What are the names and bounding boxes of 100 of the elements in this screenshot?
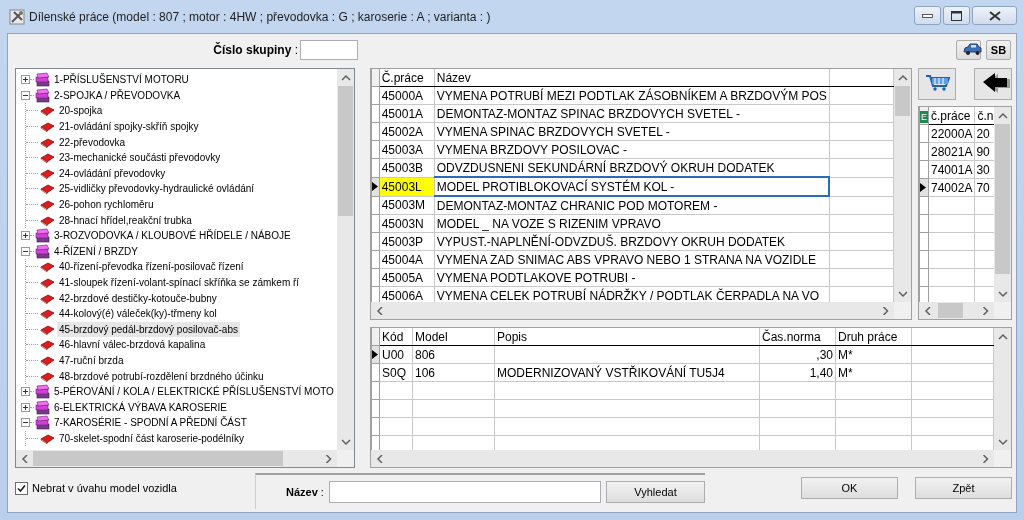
tree-item[interactable]: 23-mechanické součásti převodovky — [57, 150, 223, 166]
scroll-left-icon[interactable] — [19, 454, 30, 463]
tree-item[interactable]: 70-skelet-spodní část karoserie-podélníky — [57, 430, 247, 446]
back-button[interactable] — [974, 68, 1012, 100]
vertical-scrollbar[interactable] — [337, 69, 354, 450]
collapse-toggle[interactable] — [21, 90, 30, 100]
tree-item[interactable]: 4-ŘÍZENÍ / BRZDY — [52, 243, 140, 259]
books-icon — [34, 415, 50, 431]
table-cell: ODVZDUSNENI SEKUNDÁRNÍ BRZDOVÝ OKRUH DODATEK — [434, 158, 830, 177]
vertical-scrollbar[interactable] — [994, 328, 1011, 450]
table-cell: 28021A — [928, 142, 975, 161]
search-button[interactable]: Vyhledat — [606, 481, 705, 503]
row-indicator[interactable] — [919, 178, 929, 197]
tree-item[interactable]: 25-vidličky převodovky-hydraulické ovládání — [57, 181, 257, 197]
vertical-scrollbar[interactable] — [994, 107, 1011, 302]
scroll-down-icon[interactable] — [997, 289, 1008, 298]
scroll-thumb[interactable] — [938, 303, 963, 318]
tree-item[interactable]: 46-hlavní válec-brzdová kapalina — [57, 337, 208, 353]
expand-toggle[interactable] — [21, 387, 30, 397]
column-header[interactable]: Model — [412, 328, 495, 346]
tree-item[interactable]: 28-hnací hřídel,reakční trubka — [57, 212, 194, 228]
cart-button[interactable] — [918, 68, 956, 100]
book-icon — [40, 354, 55, 367]
left-arrow-icon — [981, 71, 1010, 94]
dialog-button[interactable]: OK — [801, 477, 898, 499]
scroll-down-icon[interactable] — [340, 437, 351, 446]
column-header[interactable]: Druh práce — [835, 328, 912, 346]
column-header[interactable]: Název — [434, 69, 830, 87]
scroll-down-icon[interactable] — [997, 437, 1008, 446]
table-cell: 806 — [412, 345, 495, 364]
car-button[interactable] — [956, 40, 981, 60]
scroll-left-icon[interactable] — [374, 454, 385, 463]
collapse-toggle[interactable] — [21, 418, 30, 428]
expand-toggle[interactable] — [21, 402, 30, 412]
tree-item[interactable]: 7-KAROSÉRIE - SPODNÍ A PŘEDNÍ ČÁST — [52, 415, 249, 431]
scroll-up-icon[interactable] — [997, 332, 1008, 341]
scroll-thumb[interactable] — [33, 451, 283, 466]
table-cell: VYMENA ZAD SNIMAC ABS VPRAVO NEBO 1 STRANA NA VOZIDLE — [434, 250, 830, 269]
tree-item[interactable]: 40-řízení-převodka řízení-posilovač řízení — [57, 259, 246, 275]
scroll-up-icon[interactable] — [897, 73, 908, 82]
maximize-icon — [951, 10, 962, 21]
column-header[interactable]: Č.práce — [379, 69, 435, 87]
horizontal-scrollbar[interactable] — [371, 302, 894, 319]
column-header[interactable]: č.práce — [928, 107, 975, 125]
scroll-down-icon[interactable] — [897, 289, 908, 298]
field-label: Číslo skupiny : — [212, 43, 299, 57]
horizontal-scrollbar[interactable] — [16, 450, 337, 467]
tree-item[interactable]: 3-ROZVODOVKA / KLOUBOVÉ HŘÍDELE / NÁBOJE — [52, 228, 293, 244]
books-icon — [34, 228, 50, 244]
scroll-up-icon[interactable] — [997, 111, 1008, 120]
tree-item[interactable]: 20-spojka — [57, 103, 105, 119]
tree-item[interactable]: 21-ovládání spojky-skříň spojky — [57, 119, 201, 135]
dialog-button[interactable]: Zpět — [915, 477, 1012, 499]
maximize-button[interactable] — [943, 6, 970, 25]
table-cell: VYMENA POTRUBÍ MEZI PODTLAK ZÁSOBNÍKEM A BRZDOVÝM POS — [434, 86, 830, 105]
table-cell: 45004A — [379, 250, 435, 269]
toolbar-button[interactable]: SB — [986, 40, 1011, 60]
scroll-up-icon[interactable] — [340, 73, 351, 82]
row-indicator[interactable] — [371, 345, 380, 364]
minimize-button[interactable] — [914, 6, 941, 25]
column-header[interactable]: Popis — [494, 328, 760, 346]
scroll-left-icon[interactable] — [374, 306, 385, 315]
vertical-scrollbar[interactable] — [894, 69, 911, 302]
tree-item[interactable]: 44-kolový(é) váleček(ky)-třmeny kol — [57, 306, 219, 322]
close-icon — [988, 10, 1001, 21]
tree-item[interactable]: 1-PŘÍSLUŠENSTVÍ MOTORU — [52, 72, 191, 88]
group-number-field[interactable] — [300, 40, 358, 60]
scroll-left-icon[interactable] — [922, 306, 933, 315]
expand-toggle[interactable] — [21, 75, 30, 85]
tree-item[interactable]: 47-ruční brzda — [57, 353, 126, 368]
tree-item[interactable]: 26-pohon rychloměru — [57, 197, 156, 213]
table-cell: 1,40 — [759, 363, 836, 382]
horizontal-scrollbar[interactable] — [919, 302, 994, 319]
horizontal-scrollbar[interactable] — [371, 450, 994, 467]
field-label: Název : — [286, 486, 325, 498]
expand-toggle[interactable] — [21, 231, 30, 241]
checkbox[interactable] — [15, 481, 28, 495]
tree-item[interactable]: 24-ovládání převodovky — [57, 165, 168, 181]
scroll-thumb[interactable] — [895, 86, 910, 116]
tree-item[interactable]: 41-sloupek řízení-volant-spínací skříňka se zámkem ří — [57, 275, 302, 290]
books-icon — [34, 72, 50, 88]
search-field[interactable] — [328, 481, 601, 503]
scroll-thumb[interactable] — [338, 86, 353, 216]
tree-item[interactable]: 48-brzdové potrubí-rozdělení brzdného účinku — [57, 368, 266, 384]
close-button[interactable] — [972, 6, 1017, 25]
tree-item[interactable]: 6-ELEKTRICKÁ VÝBAVA KAROSERIE — [52, 399, 230, 415]
books-icon — [34, 384, 50, 400]
tree-item[interactable]: 42-brzdové destičky-kotouče-bubny — [57, 290, 219, 306]
tree-item[interactable]: 2-SPOJKA / PŘEVODOVKA — [52, 87, 183, 103]
row-indicator[interactable] — [371, 177, 380, 196]
tree-item[interactable]: 22-převodovka — [57, 134, 128, 150]
table-cell: 106 — [412, 363, 495, 382]
tree-item[interactable]: 45-brzdový pedál-brzdový posilovač-abs — [57, 321, 240, 337]
tree-item[interactable]: 5-PÉROVÁNÍ / KOLA / ELEKTRICKÉ PŘÍSLUŠENSTVÍ MOTO — [52, 384, 336, 400]
collapse-toggle[interactable] — [21, 246, 30, 256]
table-cell: MODERNIZOVANÝ VSTŘIKOVÁNÍ TU5J4 — [494, 363, 760, 382]
scroll-thumb[interactable] — [995, 124, 1010, 274]
column-header[interactable]: Čas.norma — [759, 328, 836, 346]
column-header[interactable]: Kód — [379, 328, 413, 346]
car-icon — [963, 42, 982, 55]
